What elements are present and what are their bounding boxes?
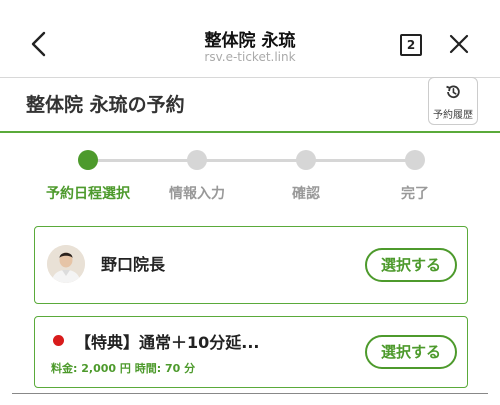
bottom-divider — [12, 393, 488, 394]
menu-name: 【特典】通常＋10分延... — [75, 333, 260, 352]
step-dot-info — [187, 150, 207, 170]
reservation-history-button[interactable]: 予約履歴 — [428, 77, 478, 125]
tab-count-button[interactable]: 2 — [400, 34, 422, 56]
step-dot-schedule — [78, 150, 98, 170]
browser-url: rsv.e-ticket.link — [204, 50, 296, 64]
page-title: 整体院 永琉の予約 — [26, 94, 185, 116]
progress-steps: 予約日程選択 情報入力 確認 完了 — [0, 145, 500, 215]
close-button[interactable] — [448, 33, 470, 55]
select-menu-button[interactable]: 選択する — [365, 335, 457, 369]
staff-card: 野口院長 選択する — [34, 226, 468, 304]
browser-topbar: 整体院 永琉 rsv.e-ticket.link 2 — [0, 0, 500, 78]
menu-card: 【特典】通常＋10分延... 料金: 2,000 円 時間: 70 分 選択する — [34, 316, 468, 388]
price-label: 料金: — [51, 362, 78, 375]
step-dot-complete — [405, 150, 425, 170]
page-header: 整体院 永琉の予約 — [0, 78, 500, 133]
price-value: 2,000 円 — [81, 362, 131, 375]
select-staff-button[interactable]: 選択する — [365, 248, 457, 282]
menu-meta: 料金: 2,000 円 時間: 70 分 — [51, 360, 195, 376]
staff-photo-icon — [47, 245, 85, 283]
history-icon — [446, 85, 460, 99]
step-connector — [96, 159, 198, 162]
step-label-complete: 完了 — [401, 186, 429, 202]
step-label-confirm: 確認 — [292, 186, 320, 202]
step-dot-confirm — [296, 150, 316, 170]
step-label-schedule: 予約日程選択 — [46, 186, 130, 202]
close-icon — [449, 34, 469, 54]
time-value: 70 分 — [164, 362, 196, 375]
step-connector — [198, 159, 306, 162]
browser-title: 整体院 永琉 — [204, 31, 296, 51]
avatar — [47, 245, 85, 283]
history-label: 予約履歴 — [433, 110, 473, 121]
step-connector — [306, 159, 414, 162]
red-dot-icon — [53, 335, 64, 346]
staff-name: 野口院長 — [101, 255, 166, 274]
time-label: 時間: — [134, 362, 162, 375]
step-label-info: 情報入力 — [169, 186, 225, 202]
